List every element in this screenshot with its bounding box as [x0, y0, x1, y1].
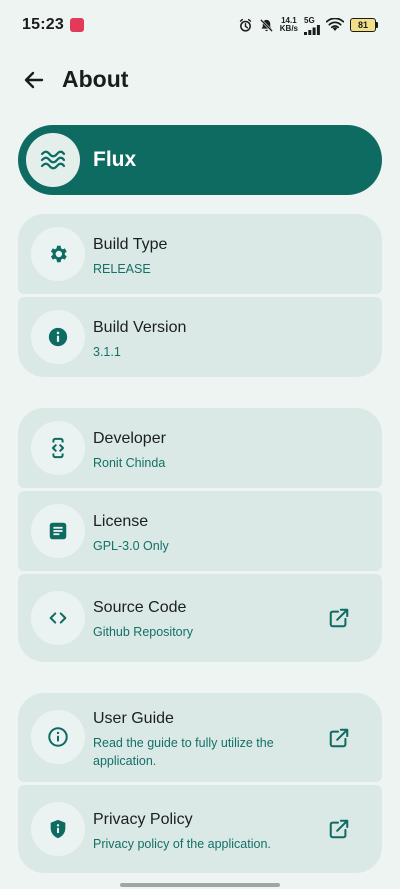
notification-app-icon: [69, 18, 84, 32]
build-version-title: Build Version: [93, 319, 187, 336]
developer-mode-icon: [51, 437, 65, 459]
user-guide-description: Read the guide to fully utilize the appl…: [93, 736, 274, 768]
build-version-value: 3.1.1: [93, 345, 121, 359]
net-speed-unit: KB/s: [279, 24, 298, 33]
user-guide-open-link[interactable]: [326, 725, 352, 751]
gear-icon: [50, 245, 67, 263]
open-in-new-icon: [329, 819, 349, 839]
signal-icon: [304, 24, 320, 35]
license-doc-icon: [49, 522, 67, 540]
source-code-value: Github Repository: [93, 625, 194, 639]
privacy-policy-title: Privacy Policy: [93, 811, 193, 828]
build-version-item[interactable]: Build Version 3.1.1: [18, 297, 382, 377]
source-code-open-link[interactable]: [326, 605, 352, 631]
privacy-policy-description: Privacy policy of the application.: [93, 837, 271, 851]
status-icons: 14.1 KB/s 5G 81: [238, 16, 378, 35]
license-icon-badge: [31, 504, 85, 558]
build-type-title: Build Type: [93, 236, 168, 253]
app-logo: [26, 133, 80, 187]
user-guide-title: User Guide: [93, 710, 174, 727]
app-hero-card: Flux: [18, 125, 382, 195]
info-outline-icon: [48, 727, 68, 747]
developer-title: Developer: [93, 430, 166, 447]
build-type-item[interactable]: Build Type RELEASE: [18, 214, 382, 294]
wifi-icon: [326, 18, 344, 31]
network-gen: 5G: [304, 15, 315, 25]
open-in-new-icon: [329, 608, 349, 628]
back-button[interactable]: [16, 62, 52, 98]
battery-icon: 81: [350, 18, 378, 32]
developer-icon-badge: [31, 421, 85, 475]
user-guide-icon-badge: [31, 710, 85, 764]
alarm-icon: [239, 18, 251, 32]
open-in-new-icon: [329, 728, 349, 748]
app-name: Flux: [93, 148, 137, 171]
build-type-value: RELEASE: [93, 262, 151, 276]
net-speed: 14.1 KB/s: [280, 17, 298, 33]
status-bar: 15:23 14.1 KB/s 5G 81: [0, 0, 400, 50]
status-time: 15:23: [22, 16, 64, 33]
arrow-back-icon: [24, 71, 44, 89]
info-filled-icon: [48, 327, 68, 347]
privacy-policy-item[interactable]: Privacy Policy Privacy policy of the app…: [18, 785, 382, 873]
code-icon: [49, 612, 67, 624]
top-app-bar: About: [0, 56, 400, 104]
home-indicator[interactable]: [120, 883, 280, 887]
privacy-policy-icon-badge: [31, 802, 85, 856]
source-code-icon-badge: [31, 591, 85, 645]
user-guide-item[interactable]: User Guide Read the guide to fully utili…: [18, 693, 382, 782]
source-code-item[interactable]: Source Code Github Repository: [18, 574, 382, 662]
license-item[interactable]: License GPL-3.0 Only: [18, 491, 382, 571]
cellular-group: 5G: [304, 16, 320, 35]
mute-bell-icon: [259, 18, 273, 32]
privacy-policy-open-link[interactable]: [326, 816, 352, 842]
source-code-title: Source Code: [93, 599, 187, 616]
build-type-icon-badge: [31, 227, 85, 281]
developer-item[interactable]: Developer Ronit Chinda: [18, 408, 382, 488]
shield-icon: [50, 819, 66, 839]
page-title: About: [62, 66, 129, 92]
developer-name: Ronit Chinda: [93, 456, 166, 470]
license-title: License: [93, 513, 149, 530]
waves-icon: [40, 150, 66, 170]
license-value: GPL-3.0 Only: [93, 539, 169, 553]
battery-level: 81: [350, 18, 376, 32]
build-version-icon-badge: [31, 310, 85, 364]
